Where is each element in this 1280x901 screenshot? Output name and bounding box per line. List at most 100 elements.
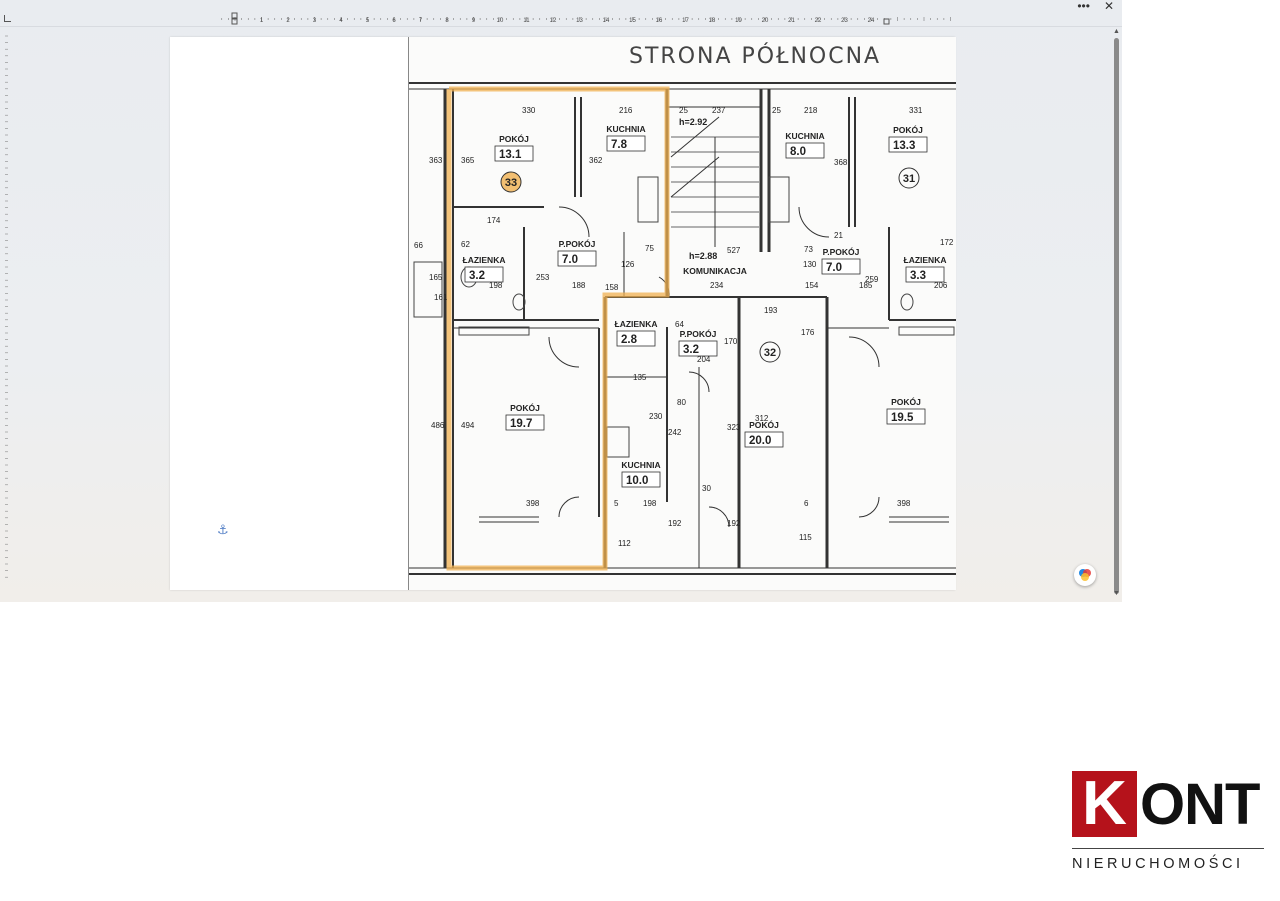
room-name: ŁAZIENKA bbox=[463, 255, 506, 265]
dimension-label: 237 bbox=[712, 106, 726, 115]
dimension-label: 62 bbox=[461, 240, 470, 249]
dimension-label: 126 bbox=[621, 260, 635, 269]
dimension-label: 312 bbox=[755, 414, 769, 423]
dimension-label: 158 bbox=[605, 283, 619, 292]
document-editor-window: ••• ✕ 1 2 3 4 5 6 7 8 9 10 11 12 13 14 15 16 17 18 19 20 21 2… bbox=[0, 0, 1122, 602]
dimension-label: 218 bbox=[804, 106, 818, 115]
unit-number-32: 32 bbox=[764, 347, 776, 359]
dimension-label: 185 bbox=[859, 281, 873, 290]
ruler-number: 9 bbox=[472, 18, 476, 24]
indent-marker-top[interactable] bbox=[231, 12, 238, 19]
dimension-label: 192 bbox=[668, 519, 682, 528]
dimension-label: 115 bbox=[799, 533, 812, 542]
dimension-label: 161 bbox=[434, 293, 448, 302]
room-name: KUCHNIA bbox=[621, 460, 660, 470]
dimension-label: 527 bbox=[727, 246, 741, 255]
ruler-number: 1 bbox=[260, 18, 264, 24]
dimension-label: 25 bbox=[679, 106, 688, 115]
room-area: 2.8 bbox=[621, 334, 638, 346]
room-area: 19.7 bbox=[510, 418, 532, 430]
dimension-label: 66 bbox=[414, 241, 423, 250]
window-controls: ••• ✕ bbox=[1077, 0, 1114, 12]
ruler-number: 14 bbox=[603, 18, 610, 24]
dimension-label: 198 bbox=[643, 499, 657, 508]
dimension-label: 75 bbox=[645, 244, 654, 253]
dimension-label: 154 bbox=[805, 281, 819, 290]
floor-plan-image[interactable]: STRONA PÓŁNOCNA 33 31 32 h=2.92 h=2.88 P… bbox=[408, 37, 956, 590]
dimension-label: 198 bbox=[489, 281, 503, 290]
ceiling-height-mid: h=2.88 bbox=[689, 251, 717, 261]
ruler-number: 15 bbox=[629, 18, 636, 24]
ruler-number: 2 bbox=[286, 18, 290, 24]
dimension-label: 216 bbox=[619, 106, 633, 115]
room-name: KUCHNIA bbox=[606, 124, 645, 134]
room-labels: POKÓJ 13.1 KUCHNIA 7.8 ŁAZIENKA 3.2 P.POKÓJ 7.0… bbox=[463, 124, 947, 488]
company-logo: K ONT NIERUCHOMOŚCI bbox=[1070, 770, 1266, 880]
copilot-icon bbox=[1079, 569, 1091, 581]
room-name: P.POKÓJ bbox=[823, 246, 860, 257]
dimension-label: 365 bbox=[461, 156, 475, 165]
ruler-number: 10 bbox=[497, 18, 504, 24]
close-button[interactable]: ✕ bbox=[1104, 0, 1114, 12]
dimension-label: 172 bbox=[940, 238, 954, 247]
ruler-number: 11 bbox=[523, 18, 530, 24]
room-name: P.POKÓJ bbox=[559, 238, 596, 249]
dimension-label: 5 bbox=[614, 499, 619, 508]
logo-letter-k: K bbox=[1072, 771, 1137, 837]
dimension-label: 73 bbox=[804, 245, 813, 254]
ruler-number: 4 bbox=[339, 18, 343, 24]
dimension-label: 362 bbox=[589, 156, 603, 165]
indent-marker-bottom[interactable] bbox=[231, 18, 238, 25]
horizontal-ruler[interactable]: 1 2 3 4 5 6 7 8 9 10 11 12 13 14 15 16 17 18 19 20 21 22 23 24 bbox=[0, 12, 1122, 27]
dimension-label: 494 bbox=[461, 421, 475, 430]
room-area: 3.2 bbox=[469, 270, 485, 282]
dimension-label: 135 bbox=[633, 373, 647, 382]
dimension-label: 398 bbox=[897, 499, 911, 508]
dimension-label: 80 bbox=[677, 398, 686, 407]
more-options-button[interactable]: ••• bbox=[1077, 0, 1090, 12]
room-area: 13.1 bbox=[499, 149, 522, 161]
dimension-label: 331 bbox=[909, 106, 923, 115]
ruler-number: 7 bbox=[419, 18, 423, 24]
ruler-number: 5 bbox=[366, 18, 370, 24]
ruler-number: 19 bbox=[735, 18, 742, 24]
dimension-label: 323 bbox=[727, 423, 741, 432]
room-name: POKÓJ bbox=[499, 133, 529, 144]
room-name: P.POKÓJ bbox=[680, 328, 717, 339]
dimension-label: 176 bbox=[801, 328, 815, 337]
ruler-number: 12 bbox=[550, 18, 557, 24]
dimension-label: 204 bbox=[697, 355, 711, 364]
dimension-label: 234 bbox=[710, 281, 724, 290]
ceiling-height-top: h=2.92 bbox=[679, 117, 707, 127]
copilot-button[interactable] bbox=[1074, 564, 1096, 586]
dimension-label: 30 bbox=[702, 484, 711, 493]
room-name: KUCHNIA bbox=[785, 131, 824, 141]
tab-selector-icon[interactable] bbox=[4, 15, 11, 22]
dimension-label: 165 bbox=[429, 273, 443, 282]
room-name: POKÓJ bbox=[510, 402, 540, 413]
ruler-number: 21 bbox=[788, 18, 795, 24]
scroll-up-icon[interactable]: ▲ bbox=[1113, 28, 1120, 35]
ruler-number: 24 bbox=[868, 18, 875, 24]
anchor-icon[interactable]: ⚓ bbox=[217, 522, 229, 538]
ruler-numbers: 1 2 3 4 5 6 7 8 9 10 11 12 13 14 15 16 17 18 19 20 21 22 23 24 bbox=[260, 18, 875, 24]
ruler-number: 20 bbox=[762, 18, 769, 24]
room-area: 7.8 bbox=[611, 139, 628, 151]
dimension-label: 368 bbox=[834, 158, 848, 167]
scroll-down-icon[interactable]: ▼ bbox=[1113, 590, 1120, 597]
ruler-number: 18 bbox=[709, 18, 716, 24]
scrollbar-thumb[interactable] bbox=[1114, 38, 1119, 594]
vertical-ruler[interactable] bbox=[0, 26, 14, 586]
logo-divider bbox=[1072, 848, 1264, 849]
room-area: 20.0 bbox=[749, 435, 771, 447]
floor-plan-drawing: STRONA PÓŁNOCNA 33 31 32 h=2.92 h=2.88 P… bbox=[409, 43, 956, 575]
right-indent-marker[interactable] bbox=[883, 18, 890, 25]
room-area: 13.3 bbox=[893, 140, 915, 152]
room-name: ŁAZIENKA bbox=[904, 255, 947, 265]
unit-number-31: 31 bbox=[903, 173, 915, 185]
ruler-number: 22 bbox=[815, 18, 822, 24]
vertical-ruler-ticks bbox=[5, 35, 8, 578]
room-name: KOMUNIKACJA bbox=[683, 266, 747, 276]
ruler-number: 13 bbox=[576, 18, 583, 24]
dimension-label: 330 bbox=[522, 106, 536, 115]
